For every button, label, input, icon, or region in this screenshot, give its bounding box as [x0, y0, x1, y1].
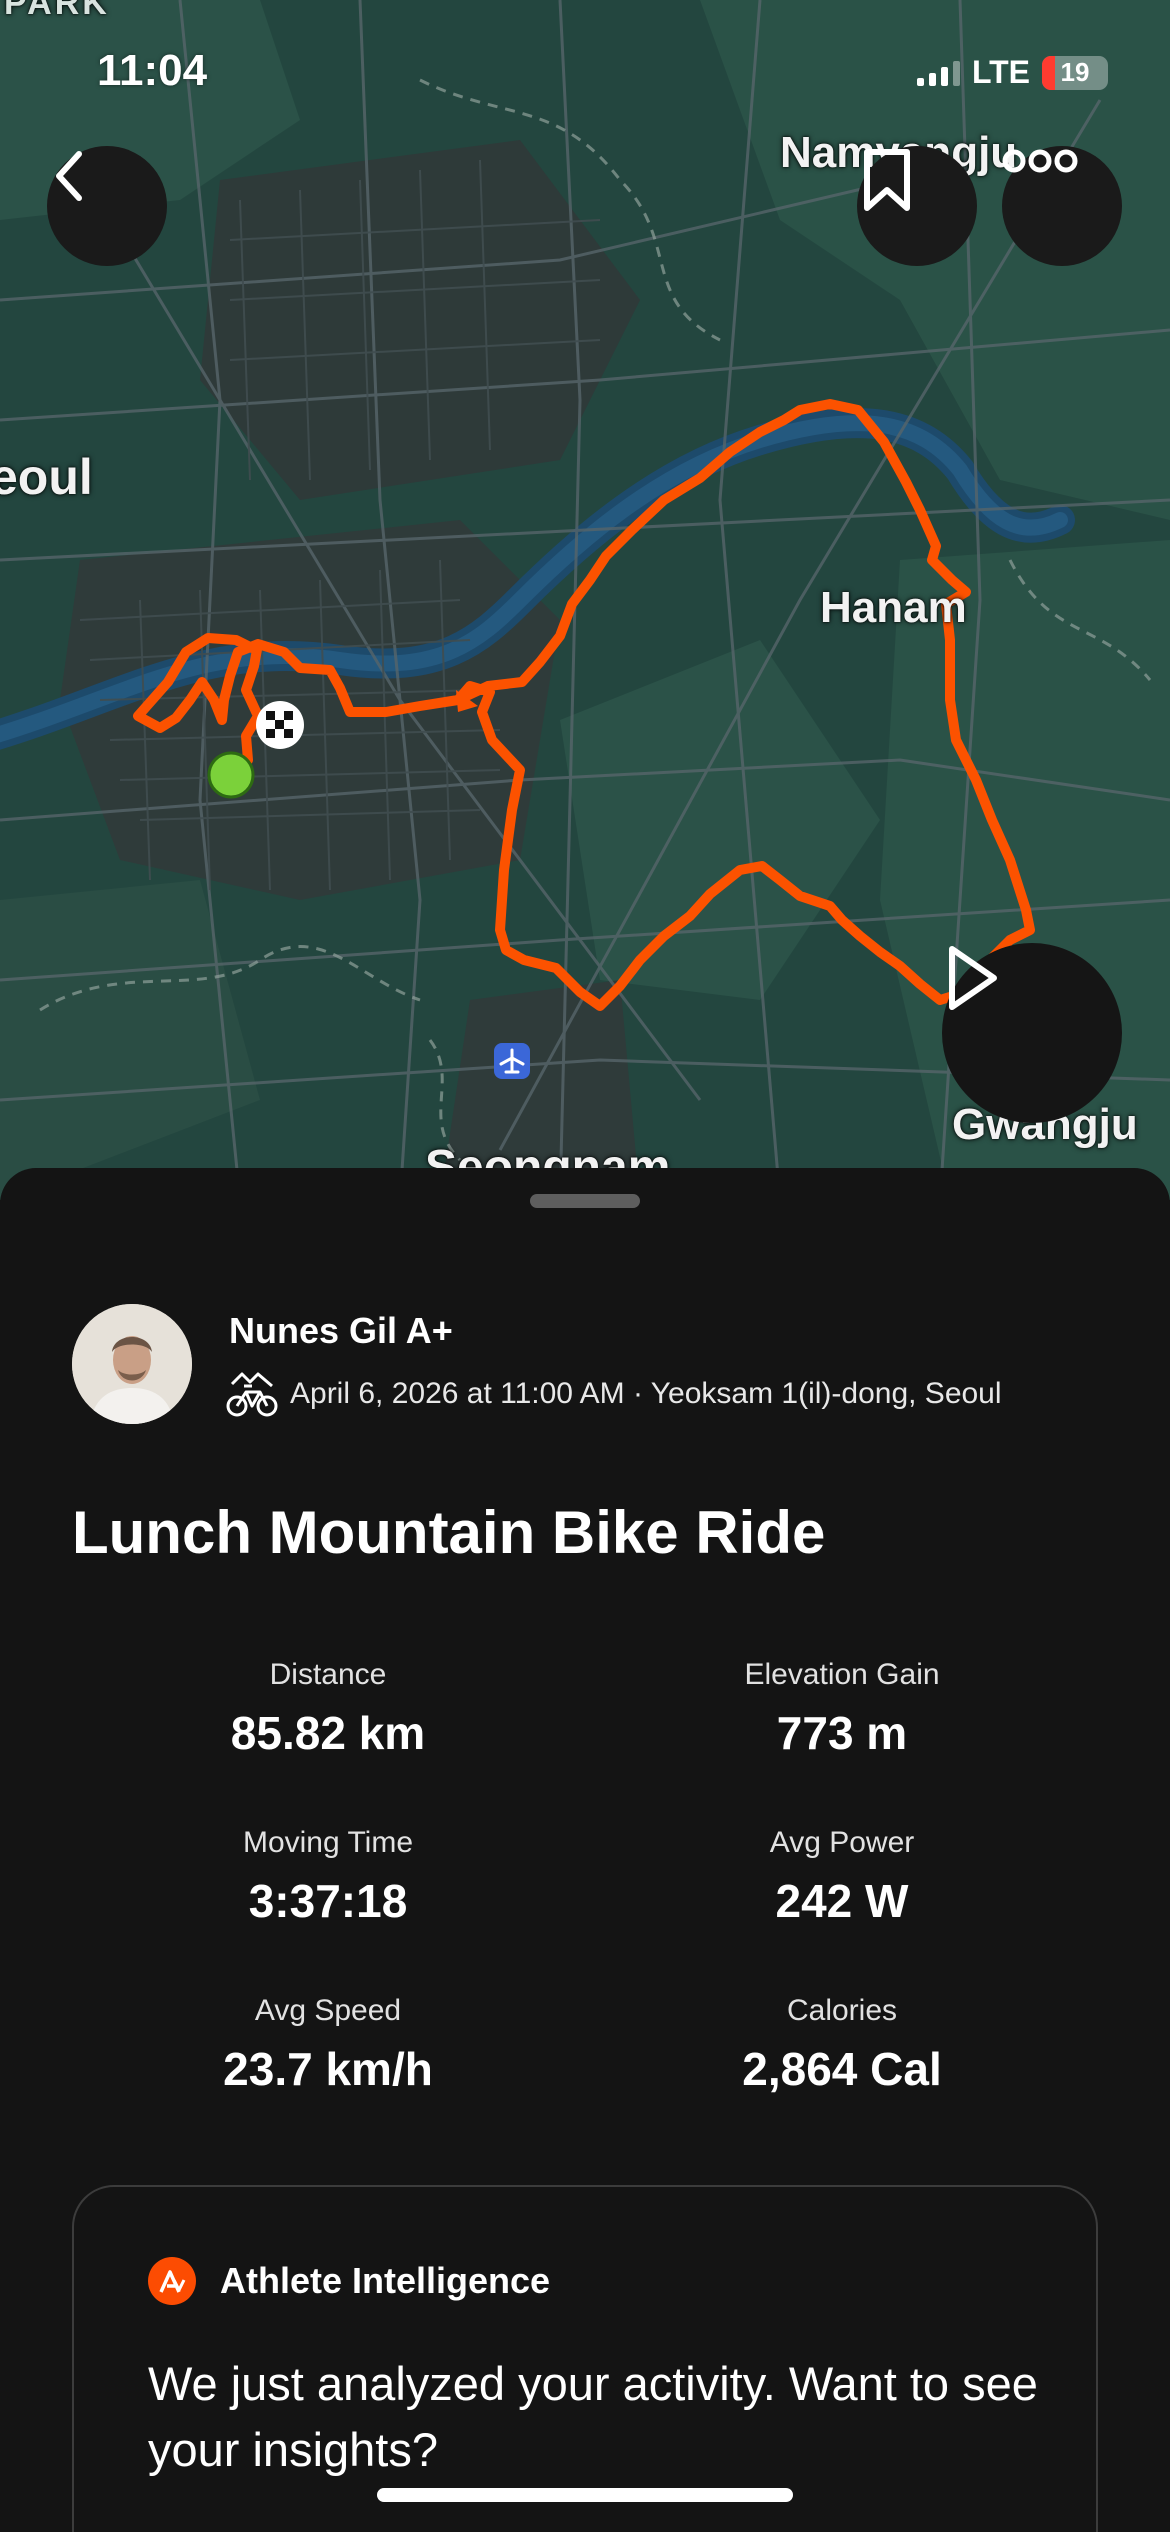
stat-label: Avg Power [769, 1826, 915, 1859]
route-map[interactable]: PARK eoul Namyangju Hanam Gwangju Seongn… [0, 0, 1170, 1200]
airport-icon [494, 1043, 530, 1079]
stat-avg-speed: Avg Speed 23.7 km/h [118, 1994, 538, 2096]
stat-label: Distance [269, 1658, 387, 1691]
stat-value: 773 m [776, 1707, 908, 1759]
stat-value: 85.82 km [230, 1707, 426, 1759]
stat-label: Elevation Gain [744, 1658, 940, 1691]
stat-value: 242 W [775, 1875, 909, 1927]
strava-logo-icon [148, 2257, 196, 2305]
stat-value: 23.7 km/h [223, 2043, 433, 2095]
battery-level: 19 [1060, 57, 1090, 87]
stat-elevation-gain: Elevation Gain 773 m [632, 1658, 1052, 1760]
bookmark-button[interactable] [857, 146, 977, 266]
activity-details-sheet[interactable]: Nunes Gil A+ April 6, 2026 at 11:00 AM ·… [0, 1168, 1170, 2532]
chevron-left-icon [56, 151, 82, 201]
status-indicators: LTE 19 [916, 54, 1108, 91]
more-dots-icon [1002, 149, 1078, 173]
more-options-button[interactable] [1002, 146, 1122, 266]
athlete-intelligence-title: Athlete Intelligence [220, 2260, 551, 2301]
activity-screen: PARK eoul Namyangju Hanam Gwangju Seongn… [0, 0, 1170, 2532]
stat-moving-time: Moving Time 3:37:18 [118, 1826, 538, 1928]
bookmark-icon [864, 149, 910, 211]
avatar-image [72, 1304, 192, 1424]
athlete-intelligence-header: Athlete Intelligence [148, 2257, 550, 2305]
start-marker [207, 751, 255, 799]
play-flyover-button[interactable] [942, 943, 1122, 1123]
stat-distance: Distance 85.82 km [118, 1658, 538, 1760]
athlete-intelligence-message: We just analyzed your activity. Want to … [148, 2357, 1038, 2476]
status-time: 11:04 [97, 46, 208, 95]
stat-calories: Calories 2,864 Cal [632, 1994, 1052, 2096]
stat-value: 3:37:18 [248, 1875, 408, 1927]
back-button[interactable] [47, 146, 167, 266]
finish-flag-icon [256, 701, 304, 749]
stat-value: 2,864 Cal [742, 2043, 942, 2095]
athlete-name[interactable]: Nunes Gil A+ [229, 1310, 453, 1352]
map-label-hanam: Hanam [820, 583, 967, 632]
sheet-grabber[interactable] [530, 1194, 640, 1208]
network-type: LTE [971, 54, 1030, 90]
stat-label: Moving Time [242, 1826, 414, 1859]
play-icon [949, 946, 997, 1010]
athlete-intelligence-card[interactable]: Athlete Intelligence We just analyzed yo… [72, 2185, 1098, 2532]
activity-meta: April 6, 2026 at 11:00 AM · Yeoksam 1(il… [226, 1370, 1002, 1418]
stat-avg-power: Avg Power 242 W [632, 1826, 1052, 1928]
cellular-signal-icon [916, 60, 960, 86]
battery-icon: 19 [1042, 55, 1108, 90]
activity-date-location: April 6, 2026 at 11:00 AM · Yeoksam 1(il… [290, 1377, 1002, 1410]
home-indicator[interactable] [377, 2488, 793, 2502]
stat-label: Avg Speed [254, 1994, 402, 2027]
map-label-park: PARK [4, 0, 110, 22]
map-label-seoul: eoul [0, 449, 93, 505]
activity-title: Lunch Mountain Bike Ride [72, 1499, 826, 1566]
stat-label: Calories [786, 1994, 898, 2027]
athlete-avatar[interactable] [72, 1304, 192, 1424]
mountain-bike-icon [226, 1372, 278, 1417]
